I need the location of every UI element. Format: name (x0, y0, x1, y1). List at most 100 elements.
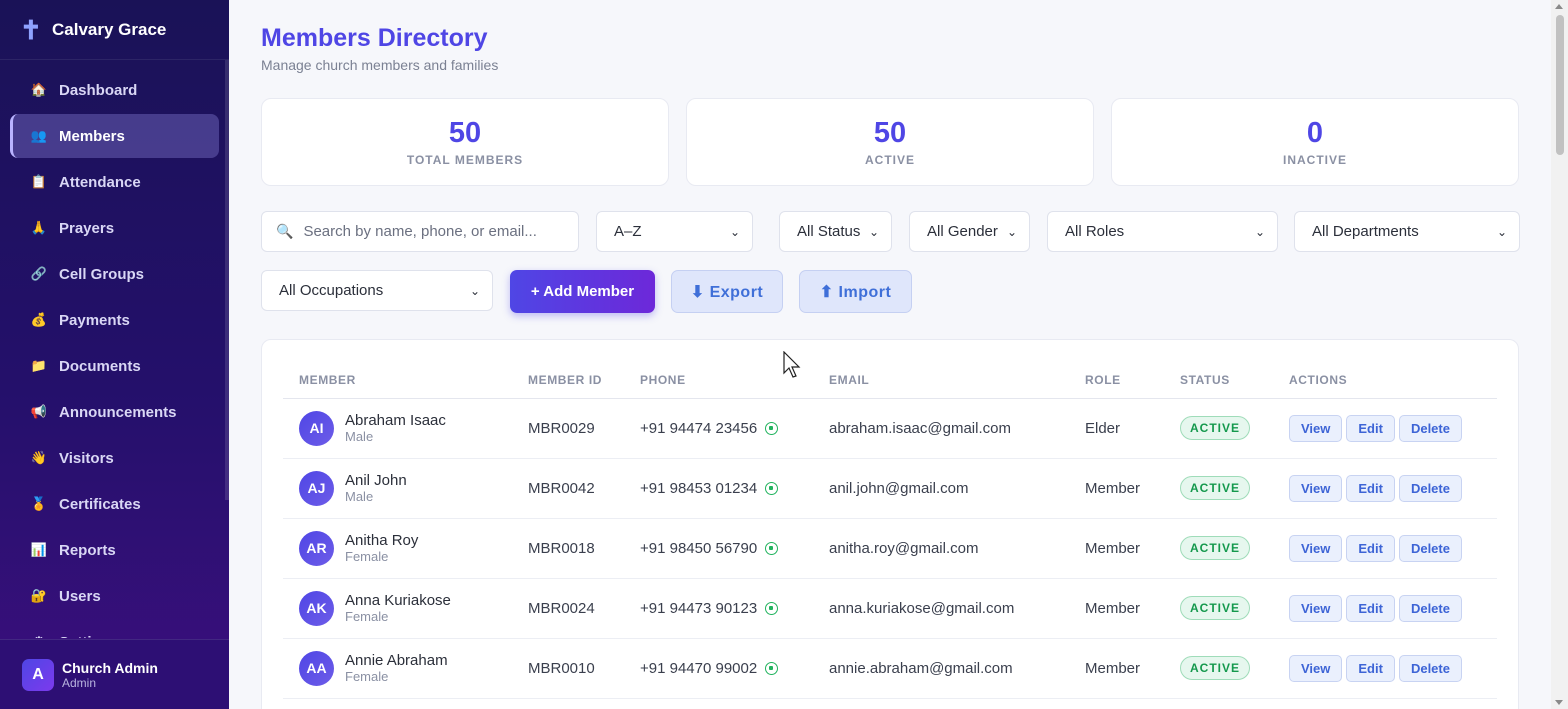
delete-button[interactable]: Delete (1398, 534, 1462, 562)
member-info: AK Anna Kuriakose Female (299, 590, 512, 626)
add-member-button[interactable]: + Add Member (510, 270, 655, 313)
sidebar-item-payments[interactable]: 💰 Payments (10, 298, 219, 342)
departments-filter-value: All Departments (1312, 223, 1419, 240)
avatar: A (22, 658, 54, 691)
sidebar-item-cell-groups[interactable]: 🔗 Cell Groups (10, 252, 219, 296)
view-button[interactable]: View (1289, 654, 1343, 682)
sidebar-item-members[interactable]: 👥 Members (10, 114, 219, 158)
sidebar-item-announcements[interactable]: 📢 Announcements (10, 390, 219, 434)
member-name: Abraham Isaac (345, 412, 446, 429)
brand-name: Calvary Grace (52, 19, 167, 39)
phone-number: +91 94473 90123 (640, 599, 758, 617)
stat-label: TOTAL MEMBERS (406, 153, 524, 167)
sidebar-item-reports[interactable]: 📊 Reports (10, 528, 219, 572)
sidebar-item-prayers[interactable]: 🙏 Prayers (10, 206, 219, 250)
member-cell: AA Annie Abraham Female (283, 638, 512, 699)
sidebar-item-label: Announcements (59, 403, 177, 421)
user-profile[interactable]: A Church Admin Admin (0, 639, 229, 709)
import-button[interactable]: ⬆ Import (799, 270, 912, 313)
sort-select[interactable]: A–Z ⌄ (596, 211, 753, 252)
column-header-member[interactable]: MEMBER (283, 362, 512, 399)
sidebar-item-dashboard[interactable]: 🏠 Dashboard (10, 68, 219, 112)
delete-button[interactable]: Delete (1398, 414, 1462, 442)
main-content: Members Directory Manage church members … (229, 0, 1551, 709)
role-cell: Member (1069, 518, 1164, 579)
sidebar-item-label: Attendance (59, 173, 141, 191)
chevron-down-icon: ⌄ (1006, 224, 1017, 239)
member-cell: AJ Anil John Male (283, 458, 512, 519)
view-button[interactable]: View (1289, 474, 1343, 502)
phone-cell: +91 94473 90123 (624, 578, 813, 639)
whatsapp-icon[interactable] (765, 602, 779, 616)
money-bag-icon: 💰 (30, 312, 48, 327)
view-button[interactable]: View (1289, 534, 1343, 562)
edit-button[interactable]: Edit (1346, 654, 1395, 682)
edit-button[interactable]: Edit (1346, 474, 1395, 502)
column-header-email[interactable]: EMAIL (813, 362, 1069, 399)
member-id: MBR0042 (512, 458, 624, 519)
scrollbar-thumb[interactable] (1556, 15, 1564, 155)
megaphone-icon: 📢 (30, 404, 48, 419)
search-box[interactable]: 🔍 (261, 211, 579, 252)
whatsapp-icon[interactable] (765, 482, 779, 496)
edit-button[interactable]: Edit (1346, 594, 1395, 622)
status-select[interactable]: All Status ⌄ (779, 211, 892, 252)
whatsapp-icon[interactable] (765, 542, 779, 556)
departments-select[interactable]: All Departments ⌄ (1294, 211, 1520, 252)
member-id: MBR0024 (512, 578, 624, 639)
scroll-down-icon[interactable] (1555, 700, 1563, 705)
sidebar-item-users[interactable]: 🔐 Users (10, 574, 219, 618)
avatar: AJ (299, 470, 334, 506)
view-button[interactable]: View (1289, 414, 1343, 442)
delete-button[interactable]: Delete (1398, 474, 1462, 502)
gender-select[interactable]: All Gender ⌄ (909, 211, 1030, 252)
stat-inactive: 0 INACTIVE (1111, 98, 1519, 186)
member-gender: Female (345, 669, 389, 684)
sidebar-item-label: Users (59, 587, 101, 605)
sidebar-item-documents[interactable]: 📁 Documents (10, 344, 219, 388)
occupations-select[interactable]: All Occupations ⌄ (261, 270, 493, 311)
email-cell: anil.john@gmail.com (813, 458, 1069, 519)
stat-active: 50 ACTIVE (686, 98, 1094, 186)
delete-button[interactable]: Delete (1398, 594, 1462, 622)
phone-cell: +91 94474 23456 (624, 398, 813, 459)
status-cell: ACTIVE (1164, 458, 1273, 519)
brand[interactable]: ✝ Calvary Grace (0, 0, 229, 60)
status-badge: ACTIVE (1180, 536, 1251, 560)
stat-value: 50 (873, 117, 907, 149)
search-input[interactable] (303, 223, 544, 240)
export-button[interactable]: ⬇ Export (671, 270, 783, 313)
sidebar-item-visitors[interactable]: 👋 Visitors (10, 436, 219, 480)
sidebar-item-attendance[interactable]: 📋 Attendance (10, 160, 219, 204)
edit-button[interactable]: Edit (1346, 534, 1395, 562)
delete-button[interactable]: Delete (1398, 654, 1462, 682)
whatsapp-icon[interactable] (765, 662, 779, 676)
lock-icon: 🔐 (30, 588, 48, 603)
chevron-down-icon: ⌄ (469, 283, 480, 298)
mouse-cursor-icon (783, 351, 801, 378)
column-header-status[interactable]: STATUS (1164, 362, 1273, 399)
table-row: AA Annie Abraham Female MBR0010 +91 94470 99… (283, 638, 1497, 699)
view-button[interactable]: View (1289, 594, 1343, 622)
member-cell: AK Anna Kuriakose Female (283, 578, 512, 639)
sidebar-item-label: Settings (59, 634, 118, 639)
stat-label: ACTIVE (864, 153, 915, 167)
column-header-role[interactable]: ROLE (1069, 362, 1164, 399)
members-table: MEMBER MEMBER ID PHONE EMAIL ROLE STATUS… (283, 362, 1497, 699)
member-gender: Female (345, 549, 389, 564)
actions-cell: View Edit Delete (1273, 518, 1497, 579)
edit-button[interactable]: Edit (1346, 414, 1395, 442)
user-name: Church Admin (62, 659, 158, 676)
column-header-member-id[interactable]: MEMBER ID (512, 362, 624, 399)
bar-chart-icon: 📊 (30, 542, 48, 557)
sidebar-item-settings[interactable]: ⚙ Settings (10, 620, 219, 639)
sidebar-item-certificates[interactable]: 🏅 Certificates (10, 482, 219, 526)
member-gender: Male (345, 429, 374, 444)
page-scrollbar[interactable] (1551, 0, 1568, 709)
status-cell: ACTIVE (1164, 578, 1273, 639)
scroll-up-icon[interactable] (1555, 4, 1563, 9)
status-badge: ACTIVE (1180, 656, 1251, 680)
actions-cell: View Edit Delete (1273, 578, 1497, 639)
whatsapp-icon[interactable] (765, 422, 779, 436)
roles-select[interactable]: All Roles ⌄ (1047, 211, 1278, 252)
